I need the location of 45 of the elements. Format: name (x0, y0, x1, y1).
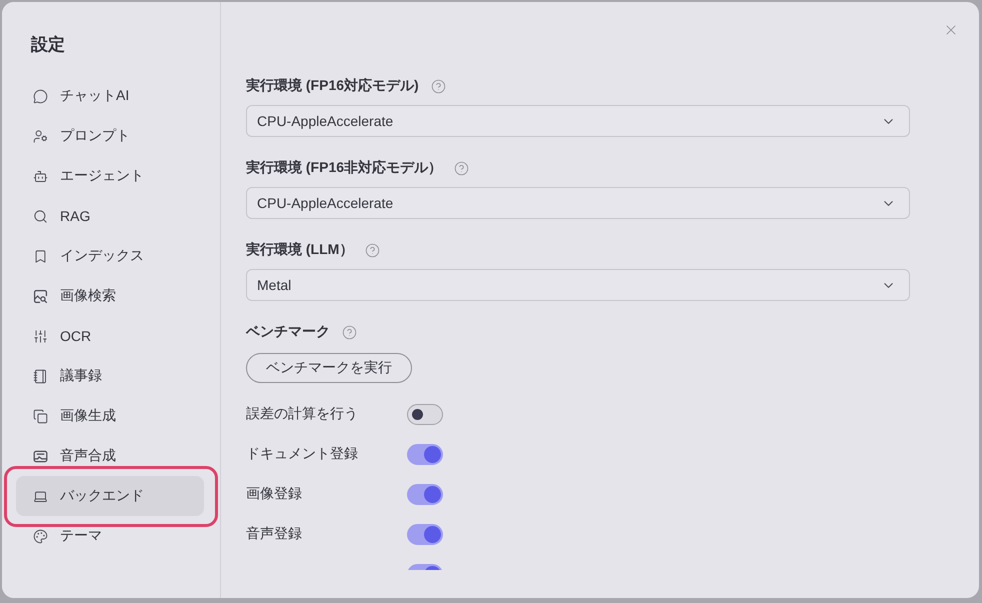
toggle-switch[interactable] (407, 404, 443, 424)
run-benchmark-button[interactable]: ベンチマークを実行 (246, 353, 412, 383)
palette-icon (33, 528, 48, 544)
sidebar-item[interactable]: テーマ (16, 516, 204, 556)
toggle-label: ドキュメント登録 (246, 445, 359, 463)
field-label: 実行環境 (FP16非対応モデル） (246, 159, 442, 177)
toggle-label: 画像登録 (246, 485, 303, 503)
sidebar-item[interactable]: 画像検索 (16, 276, 204, 316)
sidebar-item[interactable]: OCR (16, 316, 204, 356)
bookmark-icon (33, 248, 48, 264)
field-label: ベンチマーク (246, 323, 330, 341)
sidebar-item[interactable]: チャットAI (16, 76, 204, 116)
image-search-icon (33, 288, 48, 304)
sidebar-item[interactable]: RAG (16, 196, 204, 236)
sidebar-item[interactable]: バックエンド (16, 476, 204, 516)
picture-frame-icon (33, 448, 48, 464)
help-icon[interactable] (430, 78, 446, 94)
person-gear-icon (33, 128, 48, 144)
sliders-icon (33, 328, 48, 344)
help-icon[interactable] (454, 160, 470, 176)
laptop-icon (33, 488, 48, 504)
chat-bubble-icon (33, 88, 48, 104)
sidebar-item[interactable]: 画像生成 (16, 396, 204, 436)
notebook-icon (33, 368, 48, 384)
toggle-switch[interactable] (407, 484, 443, 504)
robot-icon (33, 168, 48, 184)
toggle-label: 誤差の計算を行う (246, 405, 359, 423)
help-icon[interactable] (365, 242, 380, 258)
dropdown-select[interactable]: Metal (246, 269, 910, 301)
dialog-title: 設定 (30, 34, 66, 56)
sidebar-item[interactable]: プロンプト (16, 116, 204, 156)
sidebar-item[interactable]: 音声合成 (16, 436, 204, 476)
search-icon (33, 208, 48, 224)
field-label: 実行環境 (LLM） (246, 241, 354, 259)
dropdown-select[interactable]: CPU-AppleAccelerate (246, 187, 910, 219)
sidebar-item[interactable]: インデックス (16, 236, 204, 276)
toggle-label: 音声登録 (246, 525, 303, 543)
help-icon[interactable] (342, 324, 357, 340)
field-label: 実行環境 (FP16対応モデル) (246, 77, 419, 95)
toggle-switch[interactable] (407, 524, 443, 544)
stacked-squares-icon (33, 408, 48, 424)
dropdown-select[interactable]: CPU-AppleAccelerate (246, 105, 910, 137)
toggle-switch[interactable] (407, 444, 443, 464)
sidebar-item[interactable]: エージェント (16, 156, 204, 196)
sidebar-item[interactable]: 議事録 (16, 356, 204, 396)
